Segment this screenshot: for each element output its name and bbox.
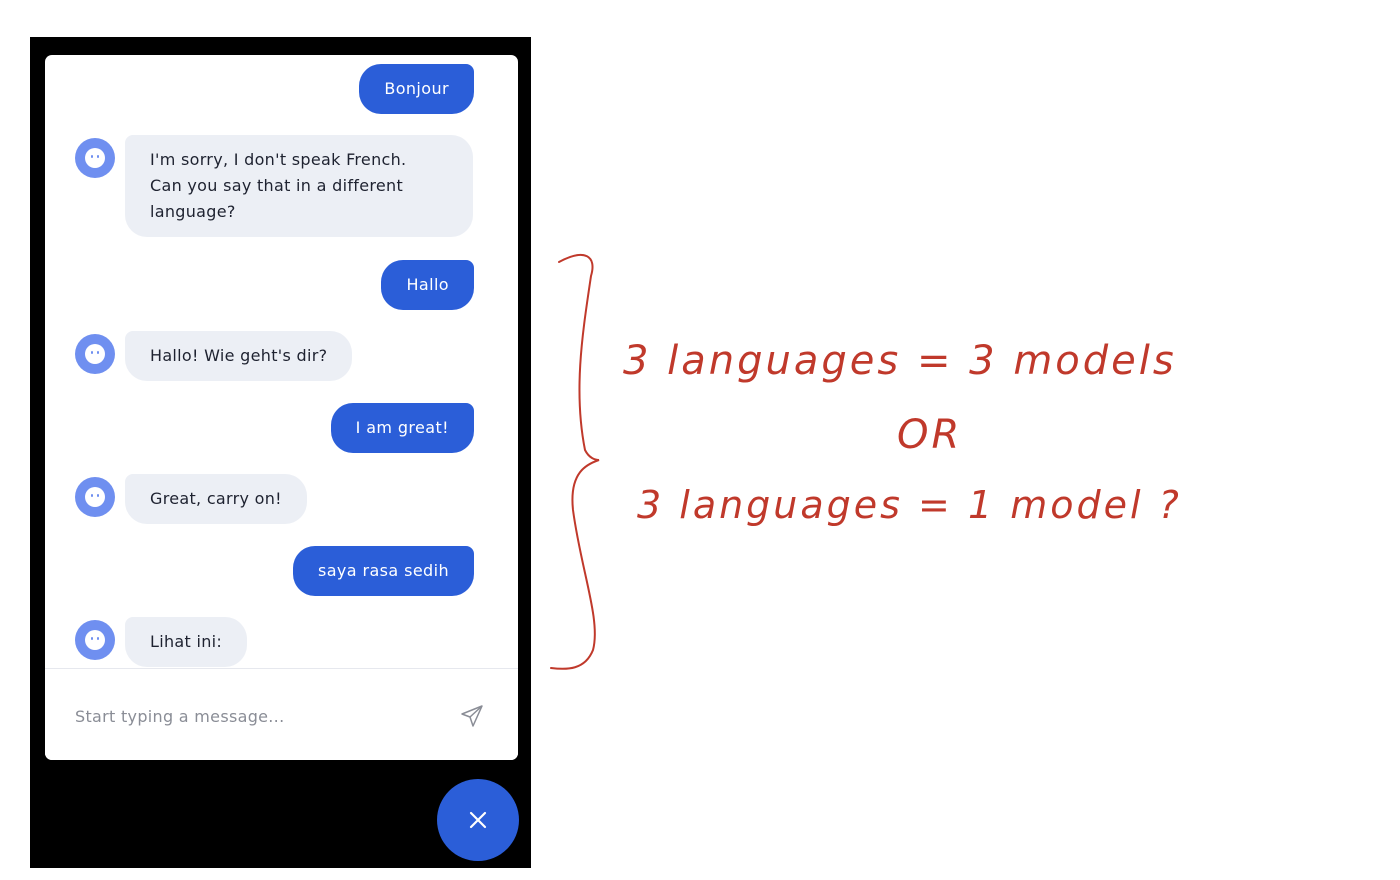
message-list[interactable]: Bonjour I'm sorry, I don't speak French.… [45,55,518,669]
annotation-line-1: 3 languages = 3 models [623,338,1177,384]
message-row-user: Hallo [381,260,474,310]
message-input[interactable] [75,701,435,731]
bot-message-bubble: Lihat ini: [125,617,248,667]
bot-message-bubble: I'm sorry, I don't speak French. Can you… [125,135,473,237]
send-icon [461,705,483,727]
send-button[interactable] [457,701,487,731]
annotation-line-3: 3 languages = 1 model ? [637,483,1182,527]
composer-bar [45,669,518,760]
annotation-line-2: OR [897,412,963,458]
chat-window: Bonjour I'm sorry, I don't speak French.… [45,55,518,760]
bot-avatar-icon [75,334,115,374]
screenshot-canvas: Bonjour I'm sorry, I don't speak French.… [0,0,1400,880]
bot-avatar-icon [75,138,115,178]
close-icon [469,811,487,829]
close-chat-button[interactable] [437,779,519,861]
bot-avatar-icon [75,620,115,660]
curly-brace [550,253,600,670]
bot-message-bubble: Hallo! Wie geht's dir? [125,331,353,381]
user-message-bubble: Hallo [381,260,474,310]
user-message-bubble: Bonjour [359,64,474,114]
user-message-bubble: I am great! [330,403,474,453]
bot-avatar-icon [75,477,115,517]
bot-message-bubble: Great, carry on! [125,474,307,524]
message-row-user: saya rasa sedih [292,546,474,596]
message-row-user: I am great! [330,403,474,453]
message-row-user: Bonjour [359,64,474,114]
user-message-bubble: saya rasa sedih [292,546,474,596]
handwritten-annotation: 3 languages = 3 models OR 3 languages = … [545,240,1305,680]
